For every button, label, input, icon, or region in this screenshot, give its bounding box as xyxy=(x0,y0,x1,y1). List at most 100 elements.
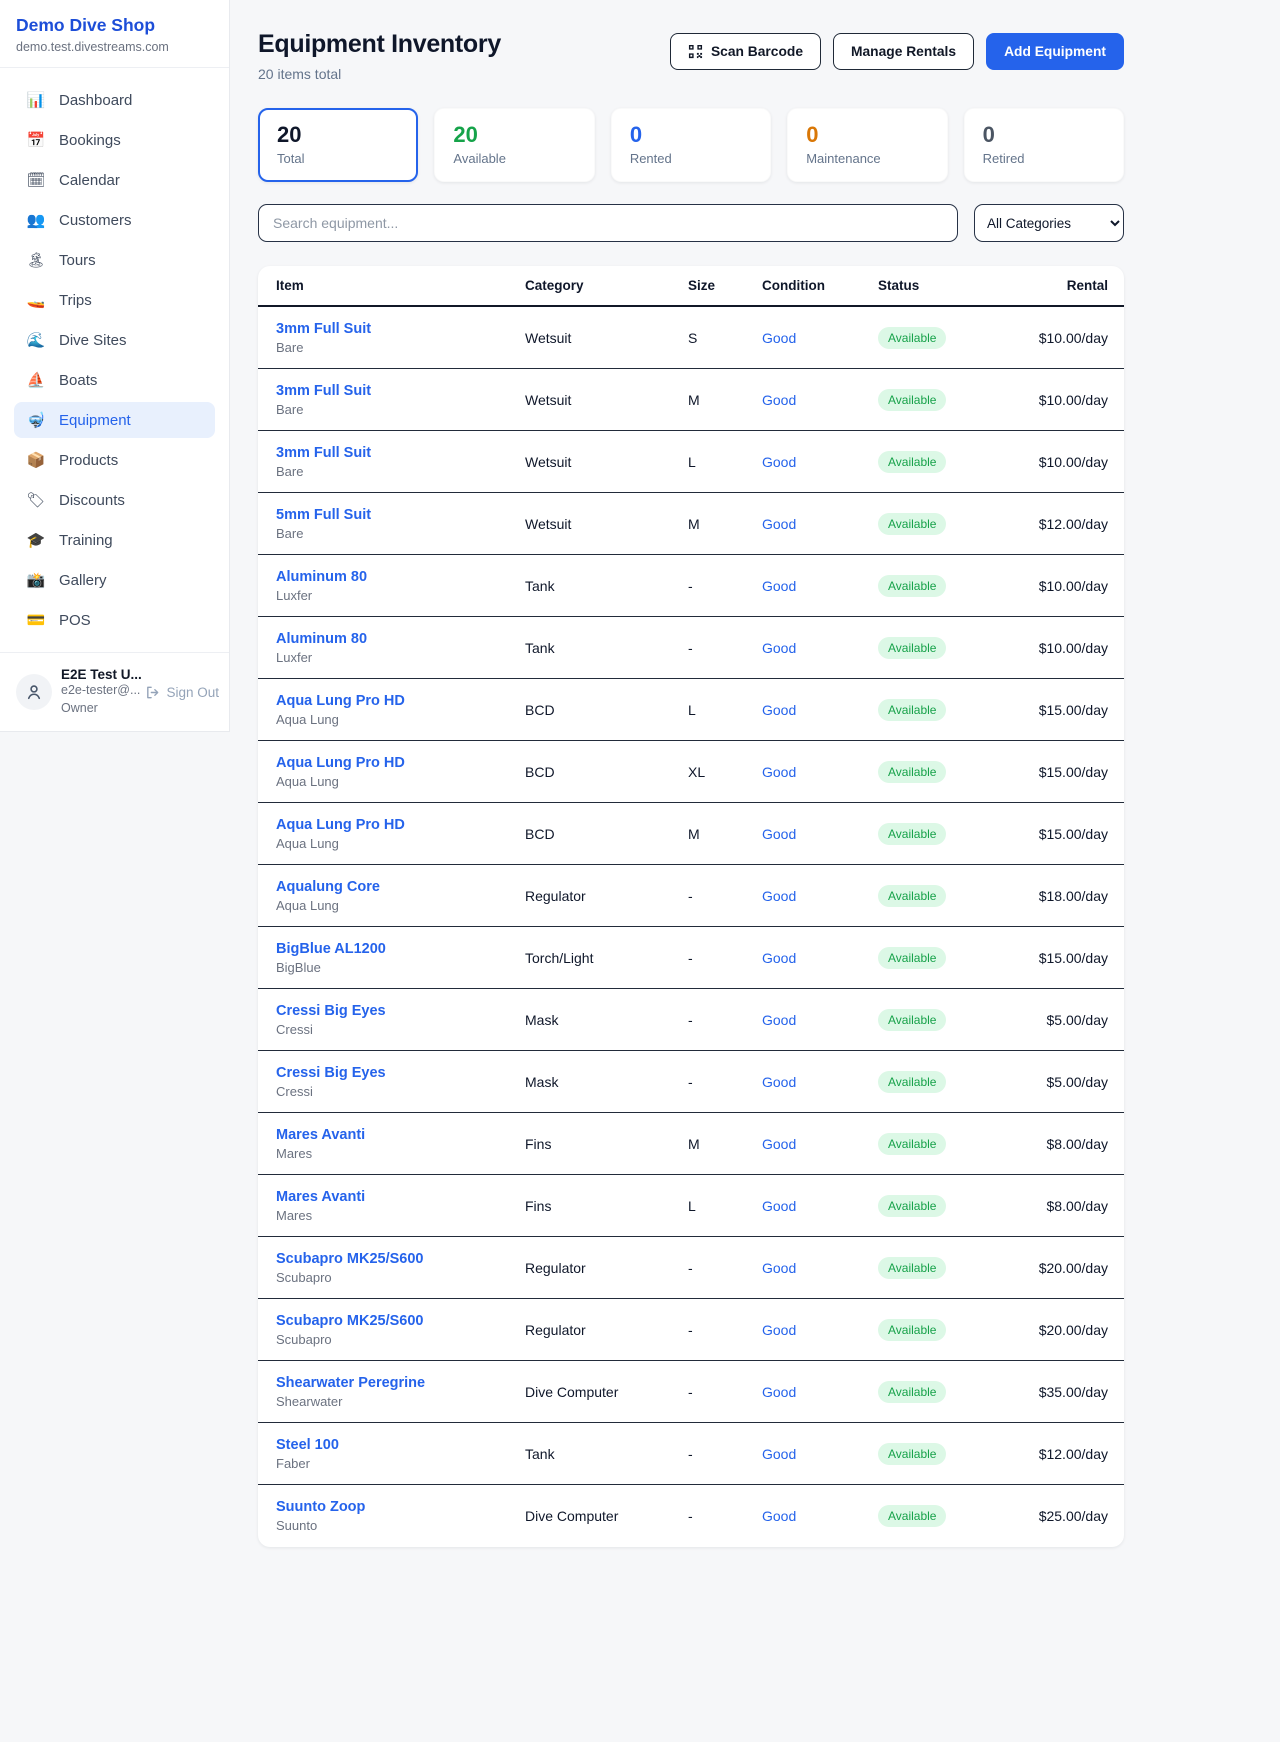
table-row: Aqualung Core Aqua Lung Regulator - Good… xyxy=(258,865,1124,927)
sign-out-button[interactable]: Sign Out xyxy=(145,685,219,700)
item-brand: Luxfer xyxy=(276,650,525,665)
item-condition-link[interactable]: Good xyxy=(762,330,878,346)
item-condition-link[interactable]: Good xyxy=(762,1198,878,1214)
sidebar-item-dive-sites[interactable]: 🌊 Dive Sites xyxy=(14,322,215,358)
stat-card-retired[interactable]: 0 Retired xyxy=(964,108,1124,182)
item-condition-link[interactable]: Good xyxy=(762,1260,878,1276)
stat-card-available[interactable]: 20 Available xyxy=(434,108,594,182)
table-row: Mares Avanti Mares Fins L Good Available… xyxy=(258,1175,1124,1237)
manage-rentals-button[interactable]: Manage Rentals xyxy=(833,33,974,70)
header-actions: Scan Barcode Manage Rentals Add Equipmen… xyxy=(670,33,1124,70)
item-brand: Mares xyxy=(276,1146,525,1161)
item-category: Wetsuit xyxy=(525,454,688,470)
sidebar-item-label: Tours xyxy=(59,252,96,269)
sidebar-item-dashboard[interactable]: 📊 Dashboard xyxy=(14,82,215,118)
status-badge: Available xyxy=(878,699,946,721)
item-brand: Scubapro xyxy=(276,1270,525,1285)
sidebar-item-customers[interactable]: 👥 Customers xyxy=(14,202,215,238)
sidebar-item-products[interactable]: 📦 Products xyxy=(14,442,215,478)
table-row: Aluminum 80 Luxfer Tank - Good Available… xyxy=(258,617,1124,679)
item-condition-link[interactable]: Good xyxy=(762,702,878,718)
add-equipment-button[interactable]: Add Equipment xyxy=(986,33,1124,70)
table-row: Steel 100 Faber Tank - Good Available $1… xyxy=(258,1423,1124,1485)
item-condition-link[interactable]: Good xyxy=(762,1074,878,1090)
item-name-link[interactable]: Scubapro MK25/S600 xyxy=(276,1251,525,1267)
sidebar-item-label: Customers xyxy=(59,212,132,229)
item-condition-link[interactable]: Good xyxy=(762,516,878,532)
item-rental-rate: $25.00/day xyxy=(1028,1508,1108,1524)
item-name-link[interactable]: Cressi Big Eyes xyxy=(276,1065,525,1081)
status-badge: Available xyxy=(878,513,946,535)
sidebar-item-trips[interactable]: 🚤 Trips xyxy=(14,282,215,318)
item-name-link[interactable]: Aqua Lung Pro HD xyxy=(276,755,525,771)
item-name-link[interactable]: Mares Avanti xyxy=(276,1127,525,1143)
stat-card-total[interactable]: 20 Total xyxy=(258,108,418,182)
category-select[interactable]: All Categories xyxy=(974,204,1124,242)
item-name-link[interactable]: Aqualung Core xyxy=(276,879,525,895)
item-name-link[interactable]: BigBlue AL1200 xyxy=(276,941,525,957)
stat-card-maintenance[interactable]: 0 Maintenance xyxy=(787,108,947,182)
item-brand: Aqua Lung xyxy=(276,898,525,913)
sidebar-item-gallery[interactable]: 📸 Gallery xyxy=(14,562,215,598)
item-category: Regulator xyxy=(525,1322,688,1338)
table-row: 3mm Full Suit Bare Wetsuit L Good Availa… xyxy=(258,431,1124,493)
item-rental-rate: $15.00/day xyxy=(1028,950,1108,966)
item-name-link[interactable]: 5mm Full Suit xyxy=(276,507,525,523)
sidebar-item-label: Bookings xyxy=(59,132,121,149)
sidebar-item-training[interactable]: 🎓 Training xyxy=(14,522,215,558)
item-rental-rate: $15.00/day xyxy=(1028,826,1108,842)
sidebar-item-label: Discounts xyxy=(59,492,125,509)
pos-icon: 💳 xyxy=(26,611,46,629)
item-brand: Bare xyxy=(276,526,525,541)
status-badge: Available xyxy=(878,1381,946,1403)
item-size: L xyxy=(688,454,762,470)
sidebar-item-equipment[interactable]: 🤿 Equipment xyxy=(14,402,215,438)
item-condition-link[interactable]: Good xyxy=(762,578,878,594)
search-input[interactable] xyxy=(258,204,958,242)
item-name-link[interactable]: 3mm Full Suit xyxy=(276,445,525,461)
item-name-link[interactable]: Scubapro MK25/S600 xyxy=(276,1313,525,1329)
item-condition-link[interactable]: Good xyxy=(762,1446,878,1462)
item-name-link[interactable]: 3mm Full Suit xyxy=(276,321,525,337)
item-condition-link[interactable]: Good xyxy=(762,1384,878,1400)
item-name-link[interactable]: Shearwater Peregrine xyxy=(276,1375,525,1391)
item-name-link[interactable]: Steel 100 xyxy=(276,1437,525,1453)
item-condition-link[interactable]: Good xyxy=(762,1012,878,1028)
sidebar-item-bookings[interactable]: 📅 Bookings xyxy=(14,122,215,158)
item-condition-link[interactable]: Good xyxy=(762,1322,878,1338)
stat-card-rented[interactable]: 0 Rented xyxy=(611,108,771,182)
item-condition-link[interactable]: Good xyxy=(762,826,878,842)
item-condition-link[interactable]: Good xyxy=(762,1136,878,1152)
table-row: Aqua Lung Pro HD Aqua Lung BCD XL Good A… xyxy=(258,741,1124,803)
scan-barcode-button[interactable]: Scan Barcode xyxy=(670,33,821,70)
table-row: Shearwater Peregrine Shearwater Dive Com… xyxy=(258,1361,1124,1423)
item-condition-link[interactable]: Good xyxy=(762,640,878,656)
item-name-link[interactable]: Aqua Lung Pro HD xyxy=(276,693,525,709)
item-condition-link[interactable]: Good xyxy=(762,392,878,408)
sidebar-item-pos[interactable]: 💳 POS xyxy=(14,602,215,638)
item-name-link[interactable]: Aqua Lung Pro HD xyxy=(276,817,525,833)
item-condition-link[interactable]: Good xyxy=(762,454,878,470)
item-name-link[interactable]: Aluminum 80 xyxy=(276,631,525,647)
item-condition-link[interactable]: Good xyxy=(762,950,878,966)
item-rental-rate: $35.00/day xyxy=(1028,1384,1108,1400)
item-rental-rate: $15.00/day xyxy=(1028,702,1108,718)
item-name-link[interactable]: Suunto Zoop xyxy=(276,1499,525,1515)
sidebar-item-tours[interactable]: 🏝 Tours xyxy=(14,242,215,278)
item-name-link[interactable]: Aluminum 80 xyxy=(276,569,525,585)
item-name-link[interactable]: 3mm Full Suit xyxy=(276,383,525,399)
item-name-link[interactable]: Mares Avanti xyxy=(276,1189,525,1205)
item-size: - xyxy=(688,1384,762,1400)
sidebar-item-discounts[interactable]: 🏷 Discounts xyxy=(14,482,215,518)
item-rental-rate: $5.00/day xyxy=(1028,1074,1108,1090)
training-icon: 🎓 xyxy=(26,531,46,549)
calendar-icon: 🗓 xyxy=(26,171,46,189)
item-condition-link[interactable]: Good xyxy=(762,764,878,780)
trips-icon: 🚤 xyxy=(26,291,46,309)
item-name-link[interactable]: Cressi Big Eyes xyxy=(276,1003,525,1019)
sidebar-item-calendar[interactable]: 🗓 Calendar xyxy=(14,162,215,198)
item-condition-link[interactable]: Good xyxy=(762,1508,878,1524)
shop-name[interactable]: Demo Dive Shop xyxy=(16,15,213,36)
item-condition-link[interactable]: Good xyxy=(762,888,878,904)
sidebar-item-boats[interactable]: ⛵ Boats xyxy=(14,362,215,398)
